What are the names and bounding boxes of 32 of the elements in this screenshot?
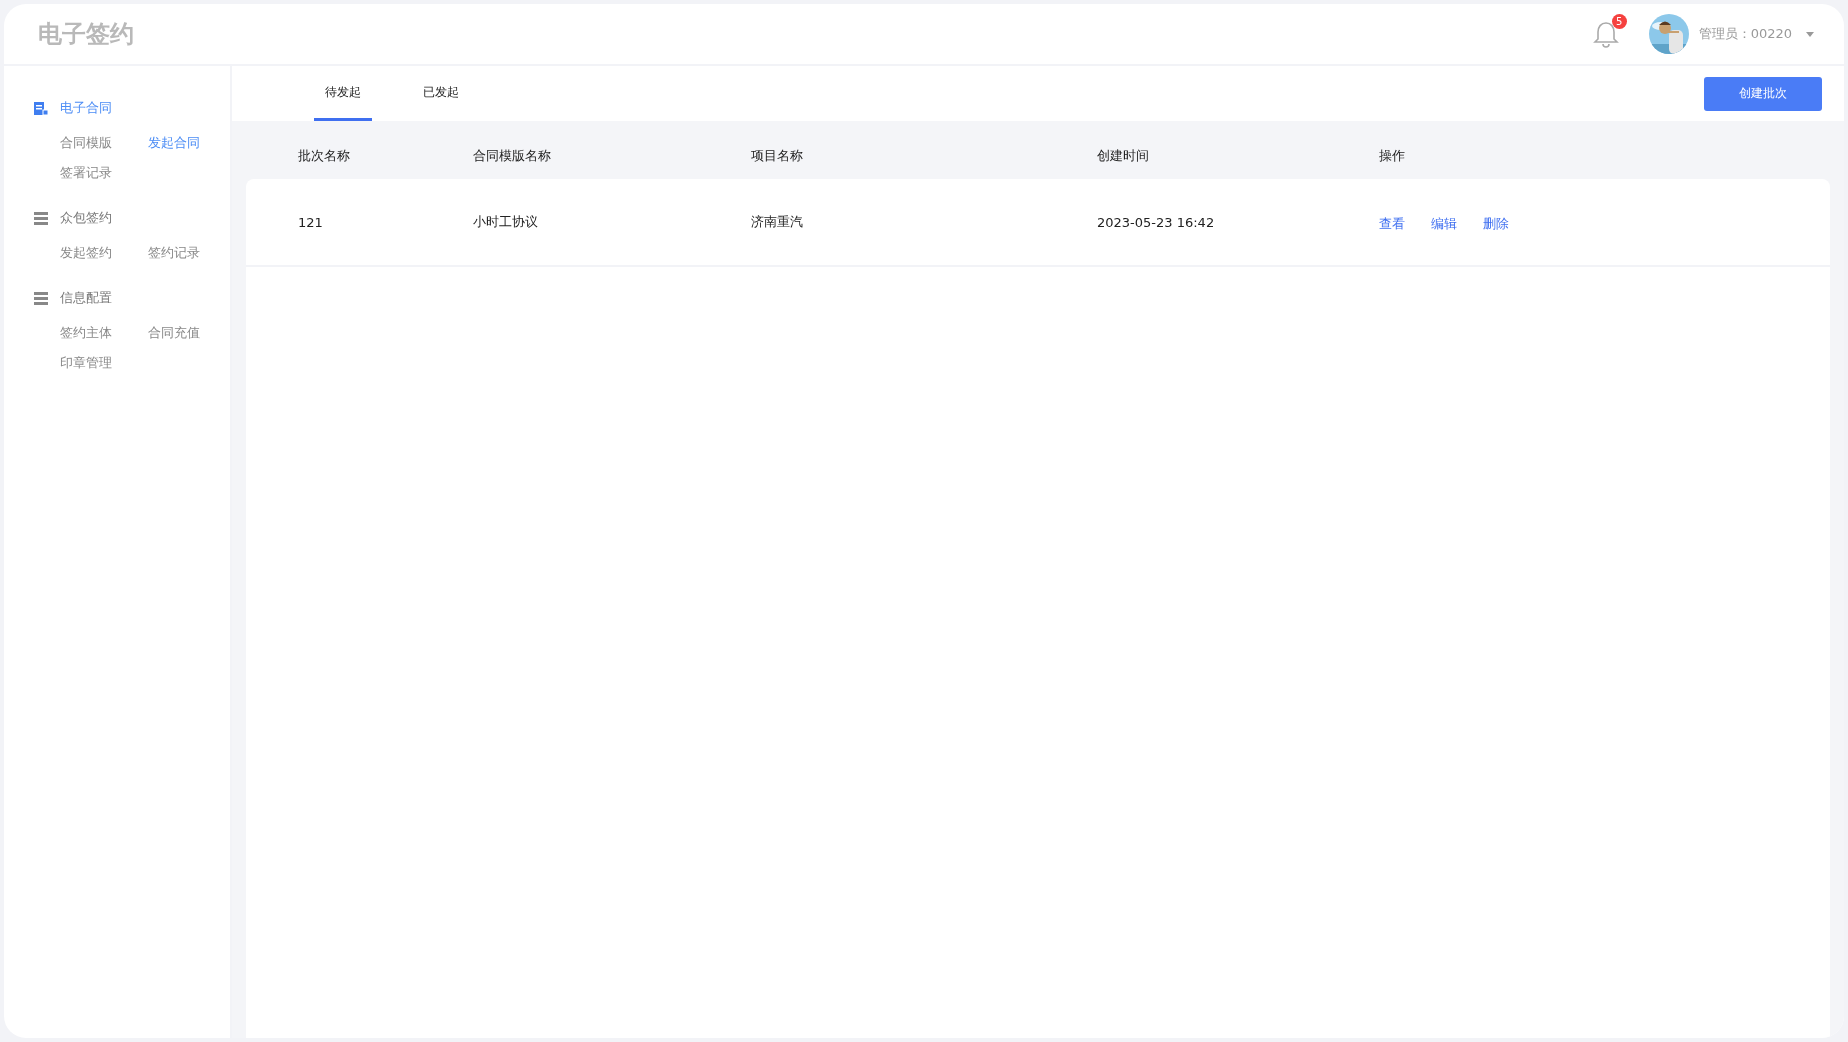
table-cell-text: 小时工协议 [473, 213, 539, 231]
action-link[interactable]: 查看 [1379, 215, 1405, 233]
column-header: 合同模版名称 [473, 147, 552, 165]
notification-badge: 5 [1611, 14, 1627, 29]
menu-group[interactable]: 众包签约 [60, 209, 112, 227]
menu-item[interactable]: 印章管理 [60, 354, 112, 372]
menu-item[interactable]: 发起签约 [60, 244, 112, 262]
column-header: 创建时间 [1097, 147, 1150, 165]
caret-icon[interactable] [1806, 31, 1814, 37]
menu-item[interactable]: 合同模版 [60, 134, 112, 152]
column-header: 批次名称 [298, 147, 351, 165]
column-header: 操作 [1379, 147, 1406, 165]
menu-item[interactable]: 合同充值 [148, 324, 200, 342]
user-name[interactable]: 管理员：00220 [1698, 25, 1792, 43]
column-header: 项目名称 [751, 147, 804, 165]
action-link[interactable]: 删除 [1483, 215, 1509, 233]
menu-item[interactable]: 签约记录 [148, 244, 200, 262]
menu-item[interactable]: 签署记录 [60, 164, 112, 182]
table-cell-text: 121 [298, 214, 324, 230]
menu-item[interactable]: 发起合同 [148, 134, 200, 152]
app-logo: 电子签约 [38, 19, 134, 50]
tab[interactable]: 已发起 [412, 66, 470, 121]
table-cell-text: 济南重汽 [751, 213, 804, 231]
menu-group[interactable]: 信息配置 [60, 289, 112, 307]
menu-item[interactable]: 签约主体 [60, 324, 112, 342]
document-icon [34, 101, 48, 115]
create-batch-button[interactable]: 创建批次 [1704, 76, 1822, 111]
action-link[interactable]: 编辑 [1431, 215, 1457, 233]
list-icon [34, 291, 48, 305]
table-cell-text: 2023-05-23 16:42 [1097, 214, 1216, 230]
menu-group[interactable]: 电子合同 [60, 99, 112, 117]
list-icon [34, 211, 48, 225]
